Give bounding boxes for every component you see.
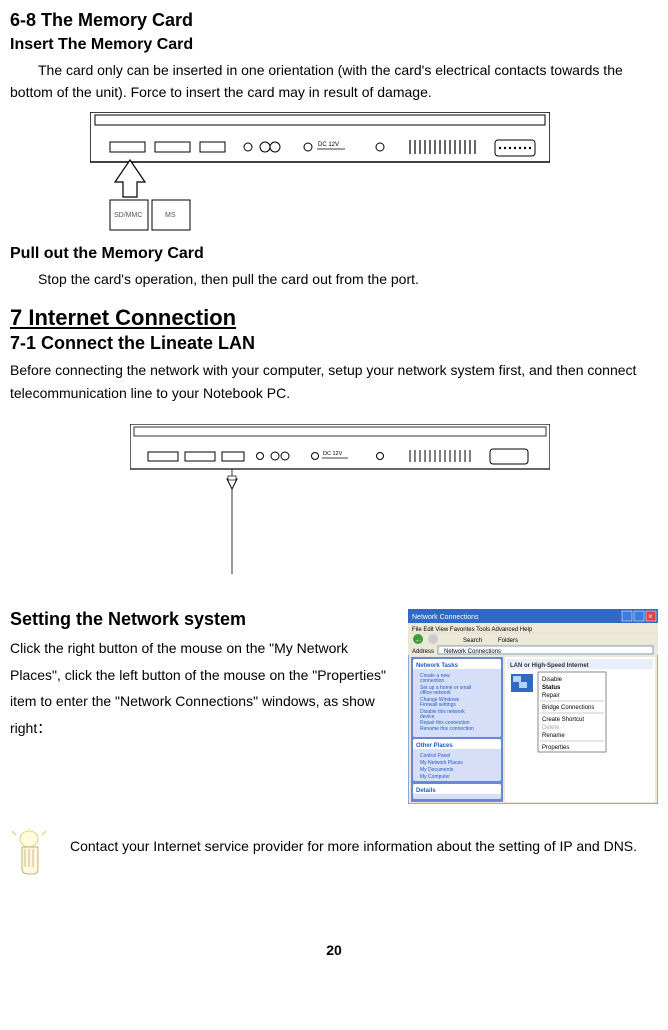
svg-text:Disable: Disable <box>542 677 563 683</box>
dc-label-text: DC 12V <box>318 142 339 148</box>
ms-label: MS <box>165 212 176 219</box>
hand-note-icon <box>10 829 45 882</box>
setting-network-text: Click the right button of the mouse on t… <box>10 635 393 741</box>
svg-text:My Computer: My Computer <box>420 774 450 780</box>
section-6-8-title: 6-8 The Memory Card <box>10 10 658 31</box>
section-7-1-title: 7-1 Connect the Lineate LAN <box>10 333 658 354</box>
laptop-side-diagram-1: DC 12V SD/MMC MS <box>90 112 658 237</box>
page-number: 20 <box>10 942 658 958</box>
svg-text:Other Places: Other Places <box>416 743 453 749</box>
svg-text:LAN or High-Speed Internet: LAN or High-Speed Internet <box>510 663 589 669</box>
svg-text:Repair: Repair <box>542 693 560 699</box>
svg-text:Network Connections: Network Connections <box>412 614 479 621</box>
svg-text:Folders: Folders <box>498 638 518 644</box>
svg-text:Properties: Properties <box>542 745 569 751</box>
laptop-side-diagram-2: DC 12V <box>130 424 658 589</box>
pull-out-title: Pull out the Memory Card <box>10 245 658 263</box>
network-connections-screenshot: Network Connections × File Edit View Fav… <box>408 609 658 809</box>
sd-mmc-label: SD/MMC <box>114 212 142 219</box>
svg-text:×: × <box>648 612 653 621</box>
svg-text:Control Panel: Control Panel <box>420 753 450 759</box>
svg-text:Network Tasks: Network Tasks <box>416 663 459 669</box>
svg-text:Bridge Connections: Bridge Connections <box>542 705 594 711</box>
svg-text:Rename this connection: Rename this connection <box>420 726 474 732</box>
pull-out-text: Stop the card's operation, then pull the… <box>10 268 658 290</box>
svg-text:Status: Status <box>542 685 561 691</box>
svg-text:Search: Search <box>463 638 482 644</box>
section-7-1-text: Before connecting the network with your … <box>10 359 658 404</box>
svg-text:File Edit View Favorites T: File Edit View Favorites Tools Advanced … <box>412 627 533 633</box>
insert-memory-card-text: The card only can be inserted in one ori… <box>10 59 658 104</box>
svg-text:Network Connections: Network Connections <box>444 649 501 655</box>
note-text: Contact your Internet service provider f… <box>70 835 637 857</box>
svg-text:DC 12V: DC 12V <box>323 451 343 457</box>
svg-text:Details: Details <box>416 788 436 794</box>
chapter-7-title: 7 Internet Connection <box>10 305 658 331</box>
svg-text:Create Shortcut: Create Shortcut <box>542 717 584 723</box>
insert-memory-card-title: Insert The Memory Card <box>10 36 658 54</box>
setting-network-title: Setting the Network system <box>10 609 393 630</box>
svg-text:My Network Places: My Network Places <box>420 760 463 766</box>
svg-text:Address: Address <box>412 649 434 655</box>
svg-text:connection: connection <box>420 678 444 684</box>
svg-text:Delete: Delete <box>542 725 560 731</box>
svg-text:Rename: Rename <box>542 733 565 739</box>
svg-text:office network: office network <box>420 690 451 696</box>
svg-text:Firewall settings: Firewall settings <box>420 702 456 708</box>
svg-text:←: ← <box>415 637 422 644</box>
svg-text:My Documents: My Documents <box>420 767 454 773</box>
